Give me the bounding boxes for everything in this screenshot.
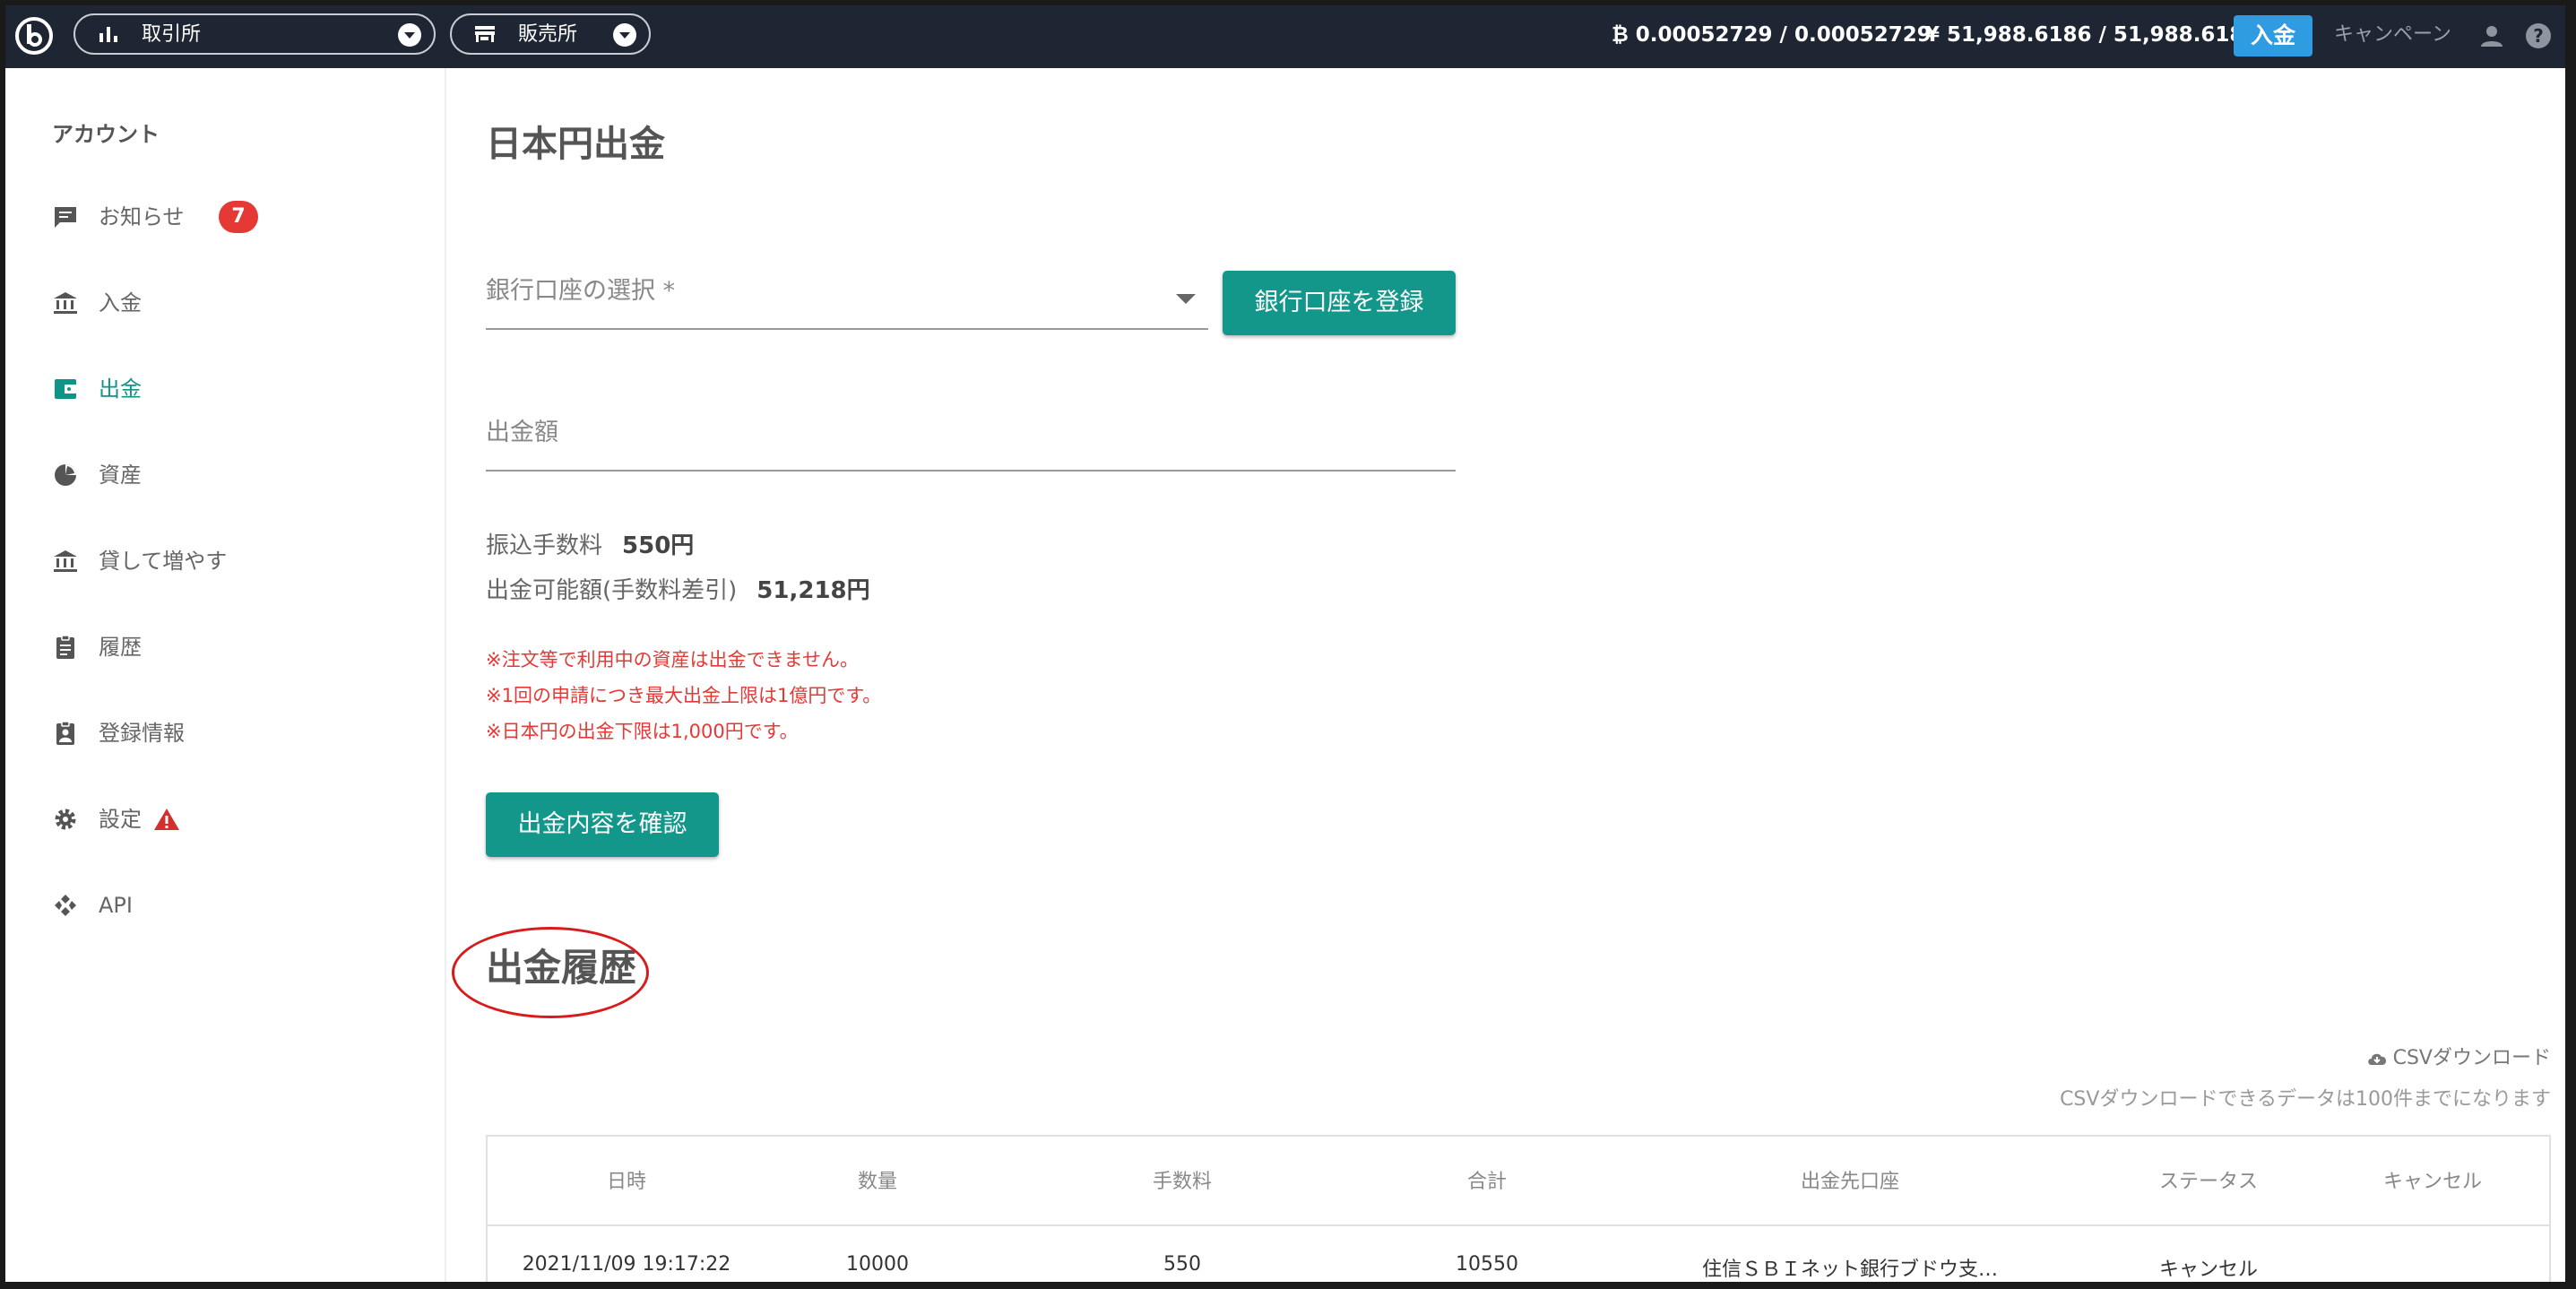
main-content: 日本円出金 銀行口座の選択 * 銀行口座を登録 出金額 振込手数料 550円 出金… — [446, 68, 2565, 1282]
cell-destination: 住信ＳＢＩネット銀行ブドウ支… — [1701, 1259, 1998, 1281]
svg-text:?: ? — [2533, 25, 2544, 47]
sidebar-item-profile[interactable]: 登録情報 — [52, 715, 428, 751]
sidebar-item-deposit[interactable]: 入金 — [52, 285, 428, 321]
highlight-circle-annotation — [452, 927, 649, 1018]
column-header-fee[interactable]: 手数料 — [990, 1165, 1375, 1194]
chevron-down-icon — [398, 23, 421, 47]
withdraw-history-table: 日時 数量 手数料 合計 出金先口座 ステータス キャンセル 2021/11/0… — [486, 1135, 2551, 1282]
column-header-quantity[interactable]: 数量 — [765, 1165, 990, 1194]
sidebar-item-assets[interactable]: 資産 — [52, 457, 428, 493]
notification-count-badge: 7 — [219, 201, 258, 233]
confirm-withdraw-button[interactable]: 出金内容を確認 — [486, 792, 719, 857]
sidebar-item-settings[interactable]: 設定 — [52, 801, 428, 837]
wallet-icon — [55, 379, 76, 399]
dropdown-arrow-icon — [1176, 294, 1196, 304]
store-nav-button[interactable]: 販売所 — [450, 13, 651, 55]
cell-fee: 550 — [1163, 1253, 1201, 1276]
help-icon[interactable]: ? — [2524, 22, 2553, 50]
store-nav-label: 販売所 — [518, 23, 578, 46]
sidebar-title: アカウント — [52, 122, 160, 147]
column-header-destination[interactable]: 出金先口座 — [1599, 1165, 2101, 1194]
csv-limit-note: CSVダウンロードできるデータは100件までになります — [2060, 1088, 2551, 1111]
available-amount-value: 51,218円 — [756, 577, 870, 604]
withdraw-amount-placeholder: 出金額 — [486, 419, 558, 446]
deposit-button[interactable]: 入金 — [2234, 15, 2312, 56]
cell-quantity: 10000 — [846, 1253, 909, 1276]
header-divider — [488, 1224, 2549, 1226]
transfer-fee-row: 振込手数料 550円 — [486, 532, 695, 559]
logo-icon[interactable] — [14, 16, 54, 56]
id-badge-icon — [56, 721, 74, 745]
transfer-fee-value: 550円 — [622, 532, 695, 559]
cell-datetime: 2021/11/09 19:17:22 — [522, 1253, 731, 1276]
chevron-down-icon — [613, 23, 636, 47]
jpy-balance: ¥ 51,988.6186 / 51,988.6186 — [1925, 23, 2259, 47]
clipboard-icon — [56, 635, 74, 659]
column-header-datetime[interactable]: 日時 — [488, 1165, 765, 1194]
register-bank-account-button[interactable]: 銀行口座を登録 — [1223, 271, 1456, 335]
note-min-limit: ※日本円の出金下限は1,000円です。 — [486, 721, 799, 742]
note-in-use-assets: ※注文等で利用中の資産は出金できません。 — [486, 649, 859, 670]
note-max-limit: ※1回の申請につき最大出金上限は1億円です。 — [486, 685, 882, 706]
store-icon — [475, 26, 495, 42]
bank-icon — [54, 550, 77, 572]
bank-account-select-placeholder: 銀行口座の選択 * — [486, 277, 676, 305]
gear-icon — [55, 809, 76, 830]
cloud-download-icon — [2367, 1053, 2386, 1065]
bar-chart-icon — [99, 27, 117, 42]
campaign-link[interactable]: キャンペーン — [2334, 22, 2451, 48]
cell-total: 10550 — [1456, 1253, 1518, 1276]
column-header-total[interactable]: 合計 — [1375, 1165, 1599, 1194]
available-amount-row: 出金可能額(手数料差引) 51,218円 — [486, 577, 870, 604]
sidebar-item-notifications[interactable]: お知らせ 7 — [52, 199, 428, 235]
app-window: 取引所 販売所 ₿ 0.00052729 / 0.00052729 ¥ 51,9… — [5, 5, 2565, 1282]
sidebar-item-withdraw[interactable]: 出金 — [52, 371, 428, 407]
bank-select-underline — [486, 328, 1208, 330]
bank-icon — [54, 292, 77, 314]
yen-icon: ¥ — [1925, 23, 1948, 47]
column-header-status[interactable]: ステータス — [2101, 1165, 2316, 1194]
top-bar: 取引所 販売所 ₿ 0.00052729 / 0.00052729 ¥ 51,9… — [5, 5, 2565, 68]
api-icon — [55, 895, 76, 916]
sidebar-item-api[interactable]: API — [52, 887, 428, 923]
btc-balance: ₿ 0.00052729 / 0.00052729 — [1612, 23, 1932, 47]
amount-underline — [486, 470, 1456, 471]
column-header-cancel[interactable]: キャンセル — [2316, 1165, 2549, 1194]
cell-status: キャンセル — [2158, 1259, 2258, 1281]
exchange-nav-button[interactable]: 取引所 — [73, 13, 436, 55]
exchange-nav-label: 取引所 — [142, 23, 202, 46]
message-icon — [55, 207, 76, 228]
bitcoin-icon: ₿ — [1612, 23, 1636, 47]
user-icon[interactable] — [2477, 22, 2506, 50]
csv-download-link[interactable]: CSVダウンロード — [2366, 1042, 2551, 1070]
warning-icon — [154, 809, 179, 830]
sidebar: アカウント お知らせ 7 入金 出金 資産 貸して増やす 履歴 登録情報 設定 … — [5, 68, 446, 1282]
pie-chart-icon — [55, 464, 76, 486]
sidebar-item-lending[interactable]: 貸して増やす — [52, 543, 428, 579]
sidebar-item-history[interactable]: 履歴 — [52, 629, 428, 665]
page-title: 日本円出金 — [486, 124, 665, 165]
